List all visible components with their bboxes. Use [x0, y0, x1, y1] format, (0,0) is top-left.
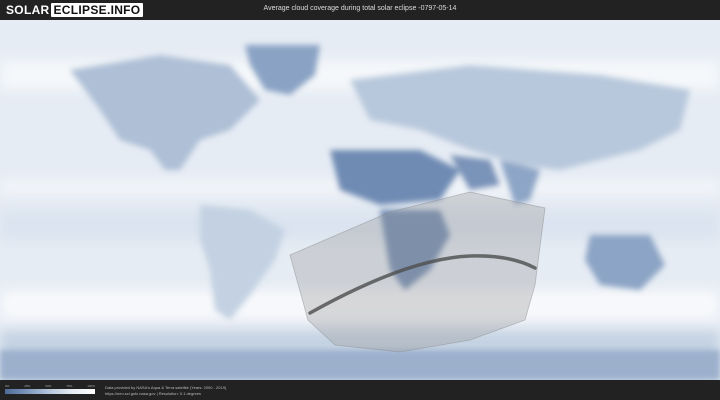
scale-tick-0: 0% [5, 384, 10, 388]
cloud-coverage-scale [5, 389, 95, 394]
scale-tick-50: 50% [45, 384, 52, 388]
antarctica [0, 350, 720, 380]
scale-tick-25: 25% [24, 384, 31, 388]
header-bar: SOLAR ECLIPSE.INFO Average cloud coverag… [0, 0, 720, 20]
cloud-coverage-map [0, 20, 720, 380]
scale-tick-100: 100% [87, 384, 95, 388]
world-map-svg [0, 20, 720, 380]
scale-tick-75: 75% [66, 384, 73, 388]
data-credit: Data provided by NASA's Aqua & Terra sat… [105, 385, 226, 397]
footer-bar: 0% 25% 50% 75% 100% Data provided by NAS… [0, 380, 720, 400]
credit-line-2: https://neo.sci.gsfc.nasa.gov | Resoluti… [105, 391, 201, 396]
scale-ticks: 0% 25% 50% 75% 100% [5, 384, 95, 388]
page-title: Average cloud coverage during total sola… [263, 5, 457, 12]
